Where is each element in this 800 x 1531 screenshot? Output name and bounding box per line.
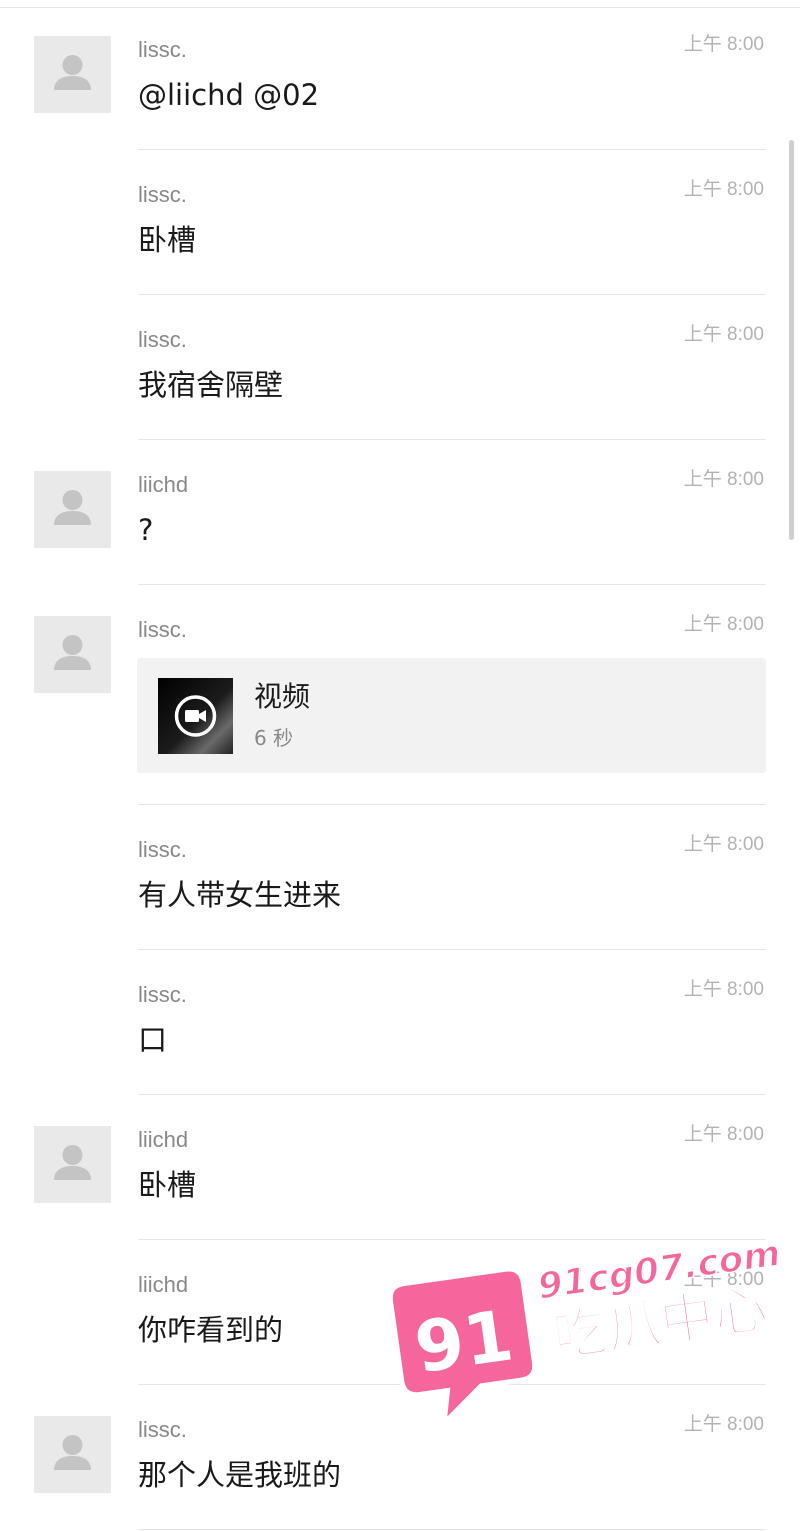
message-time: 上午 8:00 [683,979,764,1000]
avatar[interactable] [34,471,111,548]
speech-bubble-shape [387,1266,538,1431]
message-time: 上午 8:00 [683,324,764,345]
sender-name: liichd [138,1127,189,1152]
sender-name: liichd [138,1272,189,1297]
message-separator [138,1529,766,1530]
avatar[interactable] [34,616,111,693]
top-divider [0,7,800,8]
message-separator [138,439,766,440]
sender-name: lissc. [138,37,187,62]
video-thumbnail[interactable] [158,678,233,754]
message-separator [138,1094,766,1095]
video-attachment[interactable]: 视频 6 秒 [137,658,766,773]
message-text: 有人带女生进来 [138,878,342,912]
sender-name: lissc. [138,182,187,207]
default-user-icon [54,1145,91,1180]
message-time: 上午 8:00 [683,1269,764,1290]
message-text: ? [138,513,154,547]
message-time: 上午 8:00 [683,34,764,55]
message-separator [138,949,766,950]
message-time: 上午 8:00 [683,1124,764,1145]
video-duration: 6 秒 [254,726,294,750]
message-time: 上午 8:00 [683,834,764,855]
sender-name: lissc. [138,617,187,642]
message-text: 口 [138,1023,168,1057]
message-text: 我宿舍隔壁 [138,368,284,402]
message-text: 你咋看到的 [138,1313,284,1347]
message-text: 那个人是我班的 [138,1458,342,1492]
message-time: 上午 8:00 [683,469,764,490]
message-separator [138,1239,766,1240]
scrollbar[interactable] [789,140,794,540]
message-text: 卧槽 [138,1168,197,1202]
message-text: 卧槽 [138,223,197,257]
default-user-icon [54,490,91,525]
avatar[interactable] [34,36,111,113]
message-time: 上午 8:00 [683,179,764,200]
chat-screen: lissc. 上午 8:00 @liichd @02 lissc. 上午 8:0… [0,0,800,1531]
avatar[interactable] [34,1126,111,1203]
sender-name: lissc. [138,837,187,862]
message-separator [138,804,766,805]
message-time: 上午 8:00 [683,1414,764,1435]
watermark-number: 91 [410,1294,518,1389]
video-title: 视频 [254,680,311,713]
sender-name: lissc. [138,1417,187,1442]
message-separator [138,294,766,295]
message-separator [138,149,766,150]
message-text: @liichd @02 [138,78,320,112]
video-camera-icon [174,695,217,737]
default-user-icon [54,55,91,90]
default-user-icon [54,1435,91,1470]
message-separator [138,584,766,585]
sender-name: liichd [138,472,189,497]
message-separator [138,1384,766,1385]
avatar[interactable] [34,1416,111,1493]
default-user-icon [54,635,91,670]
message-time: 上午 8:00 [683,614,764,635]
sender-name: lissc. [138,982,187,1007]
sender-name: lissc. [138,327,187,352]
